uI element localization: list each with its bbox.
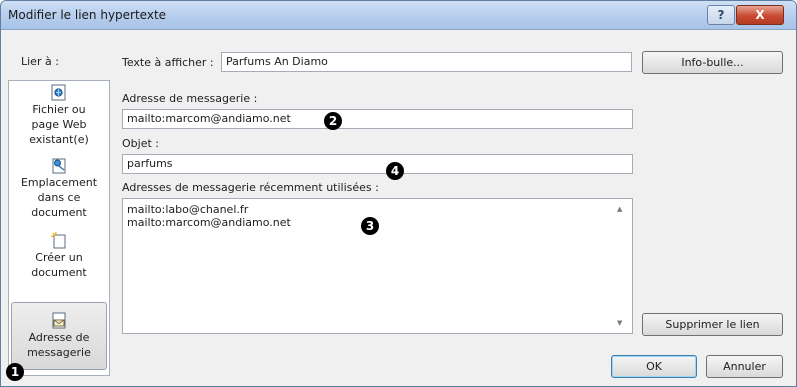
display-text-label: Texte à afficher : (122, 56, 214, 69)
link-to-sidebar: Fichier ou page Web existant(e) Emplacem… (8, 80, 110, 376)
cancel-button[interactable]: Annuler (706, 355, 783, 378)
scroll-up-icon[interactable]: ▲ (617, 205, 622, 213)
sidebar-item-label: Emplacement (20, 176, 98, 189)
sidebar-item-create-new-document[interactable]: Créer un document (11, 232, 107, 290)
title-bar: Modifier le lien hypertexte ? X (1, 1, 796, 30)
link-to-label: Lier à : (21, 55, 59, 68)
remove-link-button[interactable]: Supprimer le lien (642, 313, 783, 336)
edit-hyperlink-dialog: Modifier le lien hypertexte ? X Lier à :… (0, 0, 797, 387)
email-address-icon (52, 312, 66, 329)
sidebar-item-label: document (31, 266, 87, 279)
callout-marker-4: 4 (386, 162, 404, 180)
email-address-label: Adresse de messagerie : (122, 92, 258, 105)
ok-button[interactable]: OK (611, 355, 697, 378)
callout-marker-3: 3 (361, 217, 379, 235)
display-text-input[interactable]: Parfums An Diamo (221, 52, 632, 72)
sidebar-item-place-in-document[interactable]: Emplacement dans ce document (11, 157, 107, 227)
close-icon: X (755, 8, 765, 22)
subject-label: Objet : (122, 137, 159, 150)
help-button[interactable]: ? (707, 5, 735, 25)
list-item[interactable]: mailto:labo@chanel.fr (127, 203, 248, 216)
sidebar-item-label: Créer un (35, 251, 83, 264)
sidebar-item-label: page Web (31, 118, 87, 131)
email-address-input[interactable]: mailto:marcom@andiamo.net (122, 109, 633, 129)
callout-marker-1: 1 (6, 363, 24, 381)
web-page-icon (51, 84, 66, 101)
recent-addresses-label: Adresses de messagerie récemment utilisé… (122, 181, 379, 194)
subject-input[interactable]: parfums (122, 154, 633, 174)
sidebar-item-label: dans ce (37, 191, 81, 204)
sidebar-item-label: existant(e) (29, 133, 89, 146)
callout-marker-2: 2 (324, 112, 342, 130)
window-title: Modifier le lien hypertexte (8, 8, 167, 22)
scroll-down-icon[interactable]: ▼ (617, 319, 622, 327)
close-button[interactable]: X (736, 5, 784, 25)
sidebar-item-label: Adresse de (28, 331, 90, 344)
sidebar-item-label: document (31, 206, 87, 219)
document-location-icon (52, 158, 66, 174)
help-icon: ? (717, 8, 725, 22)
sidebar-item-existing-file[interactable]: Fichier ou page Web existant(e) (11, 84, 107, 152)
screentip-button[interactable]: Info-bulle... (642, 51, 783, 74)
new-document-icon (50, 232, 66, 249)
sidebar-item-email-address[interactable]: Adresse de messagerie (11, 302, 107, 370)
sidebar-item-label: Fichier ou (32, 103, 86, 116)
sidebar-item-label: messagerie (27, 346, 91, 359)
recent-addresses-list[interactable]: mailto:labo@chanel.fr mailto:marcom@andi… (122, 198, 633, 334)
list-item[interactable]: mailto:marcom@andiamo.net (127, 216, 291, 229)
